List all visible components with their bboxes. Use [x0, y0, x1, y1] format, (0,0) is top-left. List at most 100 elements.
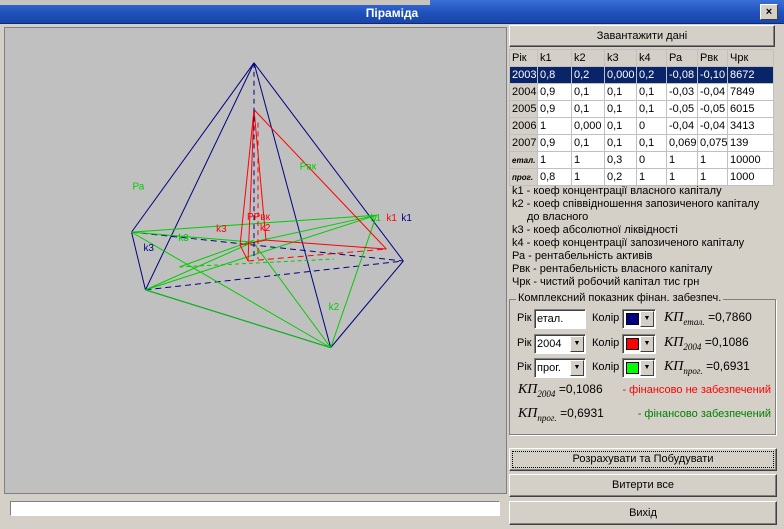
table-row[interactable]: етал. 1 1 0,3 0 1 1 10000	[509, 151, 774, 169]
row-header[interactable]: 2005	[509, 100, 538, 118]
edge	[145, 289, 331, 349]
table-cell[interactable]: -0,05	[697, 100, 728, 118]
table-cell[interactable]: 0,2	[571, 66, 605, 84]
table-cell[interactable]: 0,2	[604, 168, 637, 186]
chevron-down-icon[interactable]: ▼	[640, 311, 654, 327]
table-cell[interactable]: 0,9	[537, 134, 572, 152]
table-cell[interactable]: 6015	[727, 100, 774, 118]
table-cell[interactable]: 0,069	[666, 134, 698, 152]
color-select-2004[interactable]: ▼	[622, 334, 656, 354]
table-cell[interactable]: 0,9	[537, 83, 572, 101]
table-cell[interactable]: 0,1	[604, 83, 637, 101]
clear-all-button[interactable]: Витерти все	[509, 474, 777, 497]
label-k3-green: k3	[178, 233, 189, 244]
table-row[interactable]: 2005 0,9 0,1 0,1 0,1 -0,05 -0,05 6015	[509, 100, 774, 118]
table-cell[interactable]: 0,1	[604, 100, 637, 118]
kp-symbol: КП	[664, 359, 684, 374]
row-header[interactable]: прог.	[509, 168, 538, 186]
exit-button[interactable]: Вихід	[509, 501, 777, 525]
table-row[interactable]: прог. 0,8 1 0,2 1 1 1 1000	[509, 168, 774, 186]
table-cell[interactable]: 3413	[727, 117, 774, 135]
table-cell[interactable]: 0,1	[604, 117, 637, 135]
table-cell[interactable]: 1	[697, 168, 728, 186]
scrollbar-track[interactable]	[10, 501, 500, 516]
table-row[interactable]: 2004 0,9 0,1 0,1 0,1 -0,03 -0,04 7849	[509, 83, 774, 101]
complex-indicator-group: Комплексний показник фінан. забезпеч. Рі…	[509, 292, 776, 435]
year-input-etal[interactable]: етал.	[534, 309, 586, 329]
table-cell[interactable]: 0,1	[571, 100, 605, 118]
table-cell[interactable]: -0,10	[697, 66, 728, 84]
table-cell[interactable]: 0,1	[636, 134, 667, 152]
kp-subscript: прог.	[537, 412, 557, 423]
edge	[179, 258, 334, 268]
table-cell[interactable]: 0,8	[537, 66, 572, 84]
table-cell[interactable]: -0,04	[697, 83, 728, 101]
color-label: Колір	[592, 337, 620, 349]
label-k1-red: k1	[386, 213, 397, 224]
row-header[interactable]: 2003	[509, 66, 538, 84]
table-cell[interactable]: -0,04	[697, 117, 728, 135]
year-select-2004[interactable]: 2004 ▼	[534, 334, 586, 354]
table-cell[interactable]: 1	[537, 151, 572, 169]
table-row[interactable]: 2006 1 0,000 0,1 0 -0,04 -0,04 3413	[509, 117, 774, 135]
color-swatch	[626, 313, 639, 325]
close-button[interactable]: ×	[760, 4, 778, 20]
table-cell[interactable]: 1	[571, 151, 605, 169]
year-label: Рік	[517, 361, 532, 373]
table-cell[interactable]: 1	[666, 151, 698, 169]
label-k3-red: k3	[216, 224, 227, 235]
kp-value-prog: КПпрог. =0,6931	[664, 359, 750, 376]
table-cell[interactable]: 0,1	[571, 83, 605, 101]
table-cell[interactable]: 0,1	[636, 100, 667, 118]
taskbar-strip	[0, 0, 430, 5]
table-row[interactable]: 2007 0,9 0,1 0,1 0,1 0,069 0,075 139	[509, 134, 774, 152]
row-header[interactable]: 2007	[509, 134, 538, 152]
table-cell[interactable]: 1	[636, 168, 667, 186]
table-cell[interactable]: 0,1	[604, 134, 637, 152]
table-cell[interactable]: 1	[571, 168, 605, 186]
table-cell[interactable]: 0,3	[604, 151, 637, 169]
table-cell[interactable]: -0,03	[666, 83, 698, 101]
chevron-down-icon[interactable]: ▼	[640, 336, 654, 352]
table-cell[interactable]: 0,000	[604, 66, 637, 84]
pyramid-plot: Ра Рвк РРвк k1 k1 k1 k3 k3 k3 k2 k2	[131, 62, 412, 349]
table-cell[interactable]: 0,2	[636, 66, 667, 84]
legend-item: Рвк - рентабельність власного капіталу	[512, 263, 713, 275]
table-cell[interactable]: -0,08	[666, 66, 698, 84]
year-label: Рік	[517, 312, 532, 324]
row-header[interactable]: 2004	[509, 83, 538, 101]
row-header[interactable]: етал.	[509, 151, 538, 169]
table-cell[interactable]: 0	[636, 117, 667, 135]
table-cell[interactable]: 1	[697, 151, 728, 169]
table-cell[interactable]: 1	[666, 168, 698, 186]
calculate-build-button[interactable]: Розрахувати та Побудувати	[509, 448, 777, 471]
table-cell[interactable]: 0,1	[636, 83, 667, 101]
table-cell[interactable]: 0,8	[537, 168, 572, 186]
table-cell[interactable]: 0,075	[697, 134, 728, 152]
horizontal-scrollbar[interactable]	[4, 498, 507, 520]
color-select-etal[interactable]: ▼	[622, 309, 656, 329]
table-cell[interactable]: 0,000	[571, 117, 605, 135]
color-select-prog[interactable]: ▼	[622, 358, 656, 378]
table-cell[interactable]: -0,05	[666, 100, 698, 118]
label-ra: Ра	[133, 181, 145, 192]
table-cell[interactable]: -0,04	[666, 117, 698, 135]
table-cell[interactable]: 10000	[727, 151, 774, 169]
table-cell[interactable]: 1000	[727, 168, 774, 186]
table-cell[interactable]: 1	[537, 117, 572, 135]
chevron-down-icon[interactable]: ▼	[570, 336, 584, 352]
table-row[interactable]: 2003 0,8 0,2 0,000 0,2 -0,08 -0,10 8672	[509, 66, 774, 84]
load-data-button[interactable]: Завантажити дані	[509, 25, 775, 47]
table-cell[interactable]: 8672	[727, 66, 774, 84]
row-header[interactable]: 2006	[509, 117, 538, 135]
column-header: Ра	[666, 49, 698, 67]
table-cell[interactable]: 0,1	[571, 134, 605, 152]
table-cell[interactable]: 139	[727, 134, 774, 152]
year-select-prog[interactable]: прог. ▼	[534, 358, 586, 378]
table-cell[interactable]: 7849	[727, 83, 774, 101]
chevron-down-icon[interactable]: ▼	[570, 360, 584, 376]
table-cell[interactable]: 0,9	[537, 100, 572, 118]
table-cell[interactable]: 0	[636, 151, 667, 169]
chevron-down-icon[interactable]: ▼	[640, 360, 654, 376]
pyramid-2004	[239, 109, 387, 262]
